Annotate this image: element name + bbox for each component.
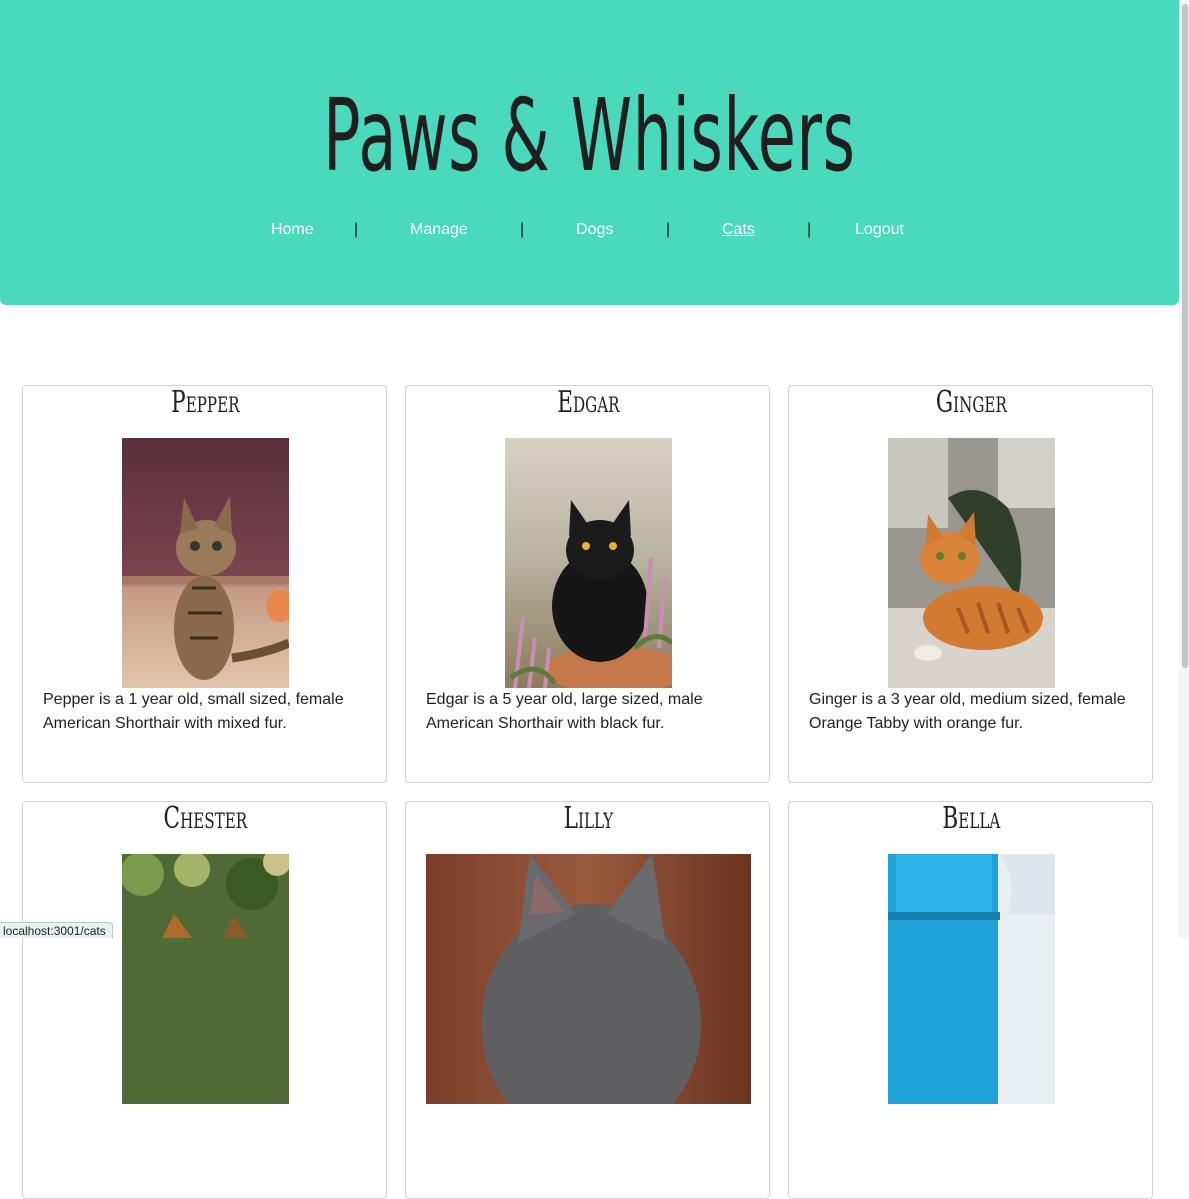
tabby-kitten-image (122, 438, 289, 688)
cat-card: Bella (788, 801, 1153, 1199)
cat-card: Ginger Ginger is a 3 year old, medium si… (788, 385, 1153, 783)
nav-logout-link[interactable]: Logout (855, 219, 904, 241)
link-status-bar: localhost:3001/cats (0, 922, 113, 938)
nav-separator: | (666, 221, 671, 238)
nav-dogs-link[interactable]: Dogs (576, 219, 613, 241)
cat-card: Chester (22, 801, 387, 1199)
cat-card: Edgar Edgar is a 5 year old, large sized… (405, 385, 770, 783)
site-header: Paws & Whiskers Home | Manage | Dogs | C… (0, 0, 1179, 305)
orange-tabby-image (888, 438, 1055, 688)
cat-name: Chester (163, 801, 248, 836)
cat-name: Bella (942, 801, 1001, 836)
outdoor-cat-photo (122, 854, 289, 1104)
nav-separator: | (520, 221, 525, 238)
cat-name: Lilly (563, 801, 614, 836)
cat-name: Pepper (171, 385, 240, 420)
page-scrollbar-thumb[interactable] (1182, 4, 1188, 668)
main-nav: Home | Manage | Dogs | Cats | Logout (0, 219, 1179, 243)
gray-cat-photo (426, 854, 751, 1104)
nav-manage-link[interactable]: Manage (410, 219, 468, 241)
tabby-kitten-photo (122, 438, 289, 688)
blue-door-cat-photo (888, 854, 1055, 1104)
cat-card: Lilly (405, 801, 770, 1199)
cat-description: Edgar is a 5 year old, large sized, male… (426, 691, 703, 732)
cat-name: Edgar (557, 385, 620, 420)
orange-tabby-photo (888, 438, 1055, 688)
cat-description: Pepper is a 1 year old, small sized, fem… (43, 691, 344, 732)
nav-cats-link[interactable]: Cats (722, 219, 755, 241)
site-title: Paws & Whiskers (323, 77, 856, 194)
gray-cat-image (426, 854, 751, 1104)
outdoor-cat-image (122, 854, 289, 1104)
cat-description: Ginger is a 3 year old, medium sized, fe… (809, 691, 1126, 732)
black-cat-photo (505, 438, 672, 688)
cat-name: Ginger (935, 385, 1007, 420)
blue-door-cat-image (888, 854, 1055, 1104)
nav-home-link[interactable]: Home (271, 219, 314, 241)
nav-separator: | (807, 221, 812, 238)
black-cat-image (505, 438, 672, 688)
cat-card: Pepper Pepper is a 1 year old, small siz… (22, 385, 387, 783)
nav-separator: | (354, 221, 359, 238)
